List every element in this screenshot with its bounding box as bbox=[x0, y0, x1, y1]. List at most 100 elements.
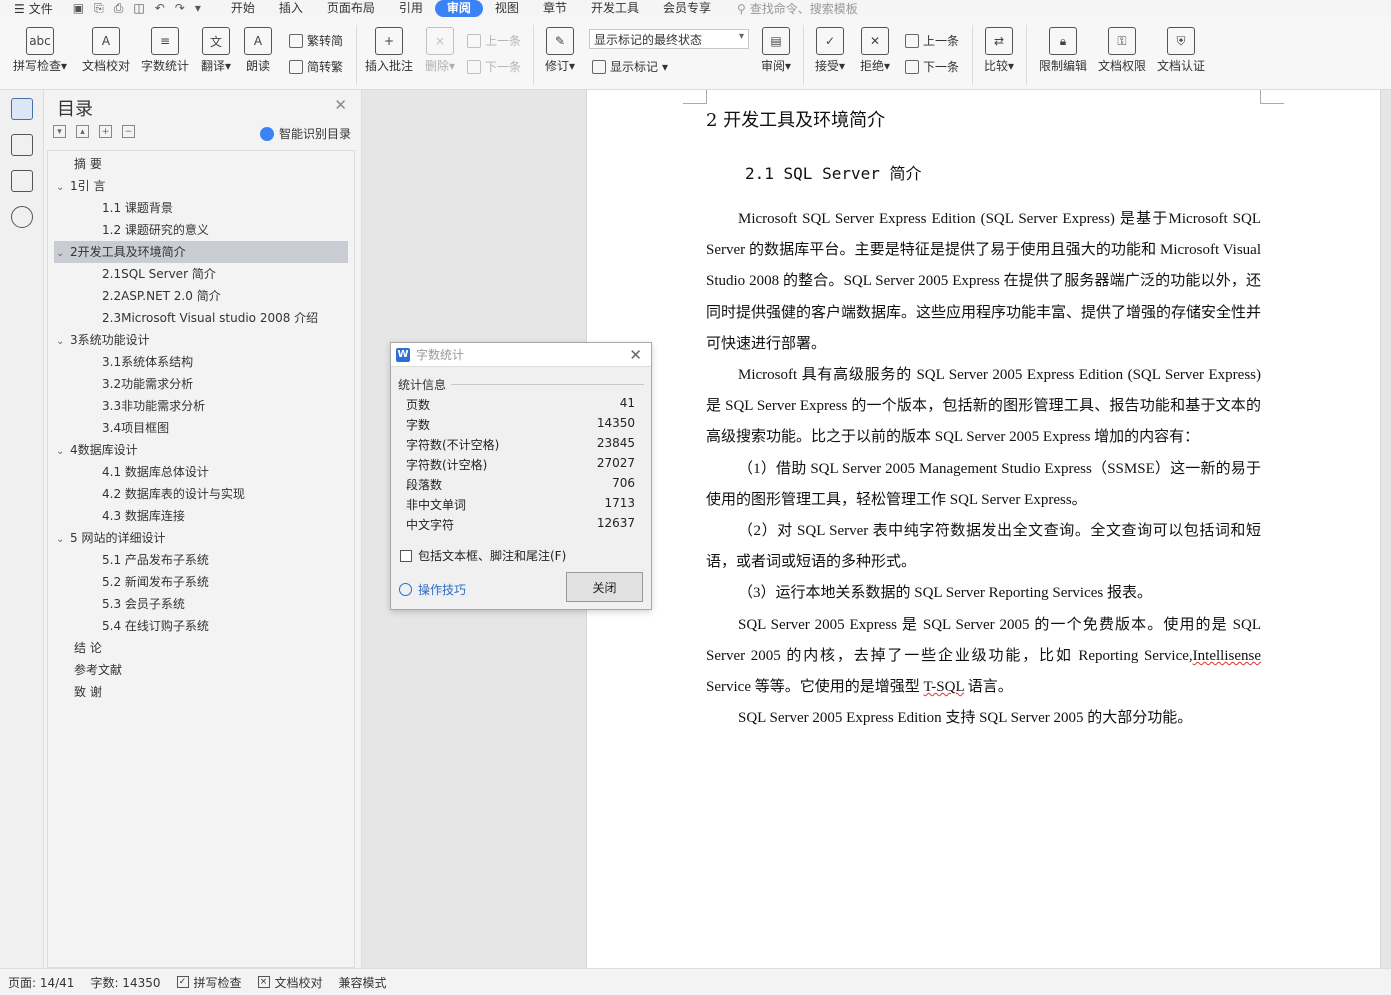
toc-item[interactable]: 5.2 新闻发布子系统 bbox=[54, 571, 348, 593]
remove-icon[interactable]: − bbox=[122, 125, 135, 138]
compare-button[interactable]: ⇄ 比较▾ bbox=[979, 17, 1019, 74]
stat-label: 中文字符 bbox=[406, 518, 455, 532]
review-pane-icon: ▤ bbox=[762, 27, 790, 55]
preview-icon[interactable]: ◫ bbox=[133, 1, 144, 16]
word-count-indicator[interactable]: 字数: 14350 bbox=[82, 974, 168, 991]
tab-5[interactable]: 视图 bbox=[483, 0, 531, 17]
toc-item[interactable]: ⌄ 3系统功能设计 bbox=[54, 329, 348, 351]
chevron-down-icon[interactable]: ▾ bbox=[195, 1, 201, 16]
add-icon[interactable]: + bbox=[99, 125, 112, 138]
toc-item[interactable]: 摘 要 bbox=[54, 153, 348, 175]
toc-item[interactable]: ⌄ 5 网站的详细设计 bbox=[54, 527, 348, 549]
smart-toc-button[interactable]: 智能识别目录 bbox=[259, 125, 351, 142]
chapter-nav-icon[interactable] bbox=[10, 134, 33, 156]
track-changes-button[interactable]: ✎ 修订▾ bbox=[540, 17, 580, 74]
bookmark-icon[interactable] bbox=[10, 170, 33, 192]
chevron-down-icon[interactable]: ⌄ bbox=[56, 177, 70, 199]
simp-to-trad-button[interactable]: 简转繁 bbox=[289, 58, 343, 75]
toc-item[interactable]: 1.1 课题背景 bbox=[54, 197, 348, 219]
next-change-button[interactable]: 下一条 bbox=[905, 58, 959, 75]
chevron-down-icon[interactable]: ⌄ bbox=[56, 441, 70, 463]
toc-panel-icon[interactable] bbox=[10, 98, 33, 120]
export-icon[interactable]: ⎘ bbox=[94, 1, 104, 16]
delete-comment-button[interactable]: × 删除▾ bbox=[420, 17, 460, 74]
spellcheck-button[interactable]: abc 拼写检查▾ bbox=[10, 17, 70, 74]
toc-item[interactable]: ⌄ 2开发工具及环境简介 bbox=[54, 241, 348, 263]
chevron-down-icon[interactable]: ⌄ bbox=[56, 529, 70, 551]
toc-item[interactable]: 参考文献 bbox=[54, 659, 348, 681]
toc-item[interactable]: 3.3非功能需求分析 bbox=[54, 395, 348, 417]
close-icon[interactable]: ✕ bbox=[334, 96, 347, 114]
toc-item[interactable]: 5.1 产品发布子系统 bbox=[54, 549, 348, 571]
tab-3[interactable]: 引用 bbox=[387, 0, 435, 17]
collapse-icon[interactable]: ▴ bbox=[76, 125, 89, 138]
trad-to-simp-button[interactable]: 繁转简 bbox=[289, 32, 343, 49]
toc-item[interactable]: 1.2 课题研究的意义 bbox=[54, 219, 348, 241]
spellcheck-toggle[interactable]: ✓ 拼写检查 bbox=[169, 974, 250, 991]
close-icon[interactable]: ✕ bbox=[629, 346, 642, 364]
dialog-title-bar[interactable]: W 字数统计 bbox=[391, 343, 651, 367]
toc-item[interactable]: ⌄ 4数据库设计 bbox=[54, 439, 348, 461]
page-indicator[interactable]: 页面: 14/41 bbox=[0, 974, 82, 991]
tab-2[interactable]: 页面布局 bbox=[315, 0, 387, 17]
toc-item[interactable]: 5.3 会员子系统 bbox=[54, 593, 348, 615]
toc-item[interactable]: 4.1 数据库总体设计 bbox=[54, 461, 348, 483]
search-icon[interactable] bbox=[10, 206, 33, 228]
prev-comment-button[interactable]: 上一条 bbox=[467, 32, 521, 49]
doc-permission-button[interactable]: ⚿ 文档权限 bbox=[1094, 17, 1150, 74]
proofread-toggle[interactable]: × 文档校对 bbox=[250, 974, 331, 991]
chevron-down-icon[interactable]: ⌄ bbox=[56, 243, 70, 265]
stat-row: 中文字符 12637 bbox=[406, 516, 635, 536]
tab-1[interactable]: 插入 bbox=[267, 0, 315, 17]
tab-4[interactable]: 审阅 bbox=[434, 0, 483, 17]
document-page[interactable]: 2 开发工具及环境简介 2.1 SQL Server 简介 Microsoft … bbox=[586, 90, 1381, 968]
close-button[interactable]: 关闭 bbox=[566, 572, 643, 602]
translate-button[interactable]: 文翻译▾ bbox=[196, 17, 236, 74]
toc-item[interactable]: 致 谢 bbox=[54, 681, 348, 703]
insert-comment-button[interactable]: + 插入批注 bbox=[362, 17, 416, 74]
search-input[interactable]: 查找命令、搜索模板 bbox=[750, 0, 858, 17]
toc-item[interactable]: 5.4 在线订购子系统 bbox=[54, 615, 348, 637]
doc-proofread-button[interactable]: A 文档校对 bbox=[78, 17, 134, 74]
tab-8[interactable]: 会员专享 bbox=[651, 0, 723, 17]
file-menu[interactable]: ☰ 文件 bbox=[0, 0, 63, 17]
tab-7[interactable]: 开发工具 bbox=[579, 0, 651, 17]
file-menu-label: 文件 bbox=[28, 2, 53, 16]
tips-link[interactable]: 操作技巧 bbox=[399, 581, 466, 598]
word-count-button[interactable]: ≡ 字数统计 bbox=[138, 17, 192, 74]
toc-item[interactable]: 3.1系统体系结构 bbox=[54, 351, 348, 373]
toc-item[interactable]: 2.2ASP.NET 2.0 简介 bbox=[54, 285, 348, 307]
toc-item[interactable]: 3.4项目框图 bbox=[54, 417, 348, 439]
toc-item[interactable]: 4.2 数据库表的设计与实现 bbox=[54, 483, 348, 505]
restrict-edit-button[interactable]: 🔒︎ 限制编辑 bbox=[1035, 17, 1091, 74]
tab-0[interactable]: 开始 bbox=[219, 0, 267, 17]
redo-icon[interactable]: ↷ bbox=[175, 1, 185, 16]
checkbox-box[interactable] bbox=[400, 549, 412, 562]
prev-change-button[interactable]: 上一条 bbox=[905, 32, 959, 49]
toc-item[interactable]: 3.2功能需求分析 bbox=[54, 373, 348, 395]
toc-item[interactable]: 4.3 数据库连接 bbox=[54, 505, 348, 527]
undo-icon[interactable]: ↶ bbox=[155, 1, 165, 16]
doc-certify-button[interactable]: ⛨ 文档认证 bbox=[1153, 17, 1209, 74]
toc-item[interactable]: 2.1SQL Server 简介 bbox=[54, 263, 348, 285]
next-comment-button[interactable]: 下一条 bbox=[467, 58, 521, 75]
reject-button[interactable]: ✕ 拒绝▾ bbox=[855, 17, 895, 74]
read-aloud-button[interactable]: A 朗读 bbox=[240, 17, 276, 74]
save-icon[interactable]: ▣ bbox=[73, 1, 84, 16]
show-markup-button[interactable]: 显示标记 ▾ bbox=[592, 58, 668, 75]
accept-button[interactable]: ✓ 接受▾ bbox=[810, 17, 850, 74]
markup-state-select[interactable]: 显示标记的最终状态 bbox=[589, 29, 749, 49]
include-textbox-checkbox[interactable]: 包括文本框、脚注和尾注(F) bbox=[400, 547, 566, 564]
toc-item[interactable]: 结 论 bbox=[54, 637, 348, 659]
delete-comment-icon: × bbox=[426, 27, 454, 55]
toc-item[interactable]: ⌄ 1引 言 bbox=[54, 175, 348, 197]
print-icon[interactable]: ⎙ bbox=[114, 1, 124, 16]
toc-item[interactable]: 2.3Microsoft Visual studio 2008 介绍 bbox=[54, 307, 348, 329]
tab-6[interactable]: 章节 bbox=[531, 0, 579, 17]
expand-icon[interactable]: ▾ bbox=[53, 125, 66, 138]
command-search[interactable]: ⚲ 查找命令、搜索模板 bbox=[737, 0, 858, 17]
review-pane-button[interactable]: ▤ 审阅▾ bbox=[756, 17, 796, 74]
chevron-down-icon[interactable]: ⌄ bbox=[56, 331, 70, 353]
ribbon-divider bbox=[533, 25, 534, 85]
spellcheck-icon: abc bbox=[26, 27, 54, 55]
